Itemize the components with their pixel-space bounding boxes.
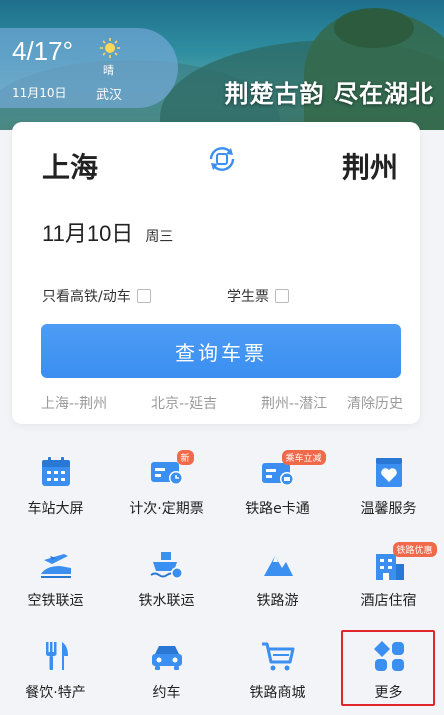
weather-widget[interactable]: 4/17° 晴 11月10日 武汉 [0, 28, 178, 108]
student-ticket-checkbox[interactable] [275, 289, 289, 303]
grid-item-label: 温馨服务 [360, 501, 417, 517]
ticket-search-card: 上海 荆州 11月10日 周三 只看高铁/动车 学生票 查询车票 上海--荆州 北… [12, 122, 420, 424]
history-item[interactable]: 北京--延吉 [151, 393, 261, 413]
grid-item-dining[interactable]: 餐饮·特产 [0, 626, 111, 706]
grid-item-label: 约车 [152, 685, 181, 701]
weather-condition: 晴 [103, 64, 114, 77]
highlight-box [341, 630, 435, 706]
travel-weekday: 周三 [145, 229, 174, 245]
heart-service-icon [375, 458, 402, 487]
date-selector[interactable]: 11月10日 周三 [42, 216, 173, 248]
grid-item-label: 铁路游 [256, 593, 299, 609]
grid-item-label: 餐饮·特产 [25, 685, 86, 701]
history-item[interactable]: 上海--荆州 [41, 393, 151, 413]
grid-item-hotel[interactable]: 铁路优惠 酒店住宿 [333, 534, 444, 614]
grid-item-station-screen[interactable]: 车站大屏 [0, 442, 111, 522]
railway-discount-badge: 铁路优惠 [392, 542, 437, 557]
grid-item-label: 酒店住宿 [360, 593, 417, 609]
arrival-station[interactable]: 荆州 [342, 146, 398, 186]
weather-city: 武汉 [96, 88, 123, 103]
search-history: 上海--荆州 北京--延吉 荆州--潜江 清除历史 [41, 393, 409, 413]
grid-item-label: 空铁联运 [27, 593, 84, 609]
high-speed-only-option[interactable]: 只看高铁/动车 [42, 286, 151, 306]
history-item[interactable]: 荆州--潜江 [261, 393, 341, 413]
grid-item-air-rail[interactable]: 空铁联运 [0, 534, 111, 614]
grid-item-e-card[interactable]: 乘车立减 铁路e卡通 [222, 442, 333, 522]
travel-date: 11月10日 [42, 221, 134, 246]
departure-station[interactable]: 上海 [42, 146, 98, 186]
grid-item-label: 铁路e卡通 [245, 501, 310, 517]
swap-stations-icon[interactable] [205, 142, 239, 176]
student-ticket-label: 学生票 [227, 289, 269, 305]
dining-icon [45, 642, 68, 670]
weather-temp: 4/17° [12, 36, 74, 66]
weather-date: 11月10日 [12, 86, 67, 100]
high-speed-only-label: 只看高铁/动车 [42, 289, 131, 305]
student-ticket-option[interactable]: 学生票 [227, 286, 289, 306]
banner-slogan: 荆楚古韵 尽在湖北 [224, 79, 434, 108]
discount-badge: 乘车立减 [281, 450, 326, 465]
grid-item-car-hailing[interactable]: 约车 [111, 626, 222, 706]
mountain-tour-icon [263, 556, 293, 576]
grid-item-label: 车站大屏 [27, 501, 84, 517]
grid-item-rail-water[interactable]: 铁水联运 [111, 534, 222, 614]
plane-rail-icon [40, 554, 71, 578]
new-badge: 新 [176, 450, 194, 465]
shopping-cart-icon [261, 642, 294, 671]
grid-item-label: 铁水联运 [138, 593, 195, 609]
grid-item-care-service[interactable]: 温馨服务 [333, 442, 444, 522]
query-tickets-button[interactable]: 查询车票 [41, 324, 401, 378]
ship-rail-icon [149, 552, 183, 579]
grid-item-periodic-ticket[interactable]: 新 计次·定期票 [111, 442, 222, 522]
grid-item-rail-tour[interactable]: 铁路游 [222, 534, 333, 614]
high-speed-only-checkbox[interactable] [136, 289, 151, 303]
station-screen-icon [41, 457, 70, 486]
grid-item-label: 计次·定期票 [129, 501, 204, 517]
grid-item-label: 铁路商城 [249, 685, 306, 701]
sun-icon [100, 38, 120, 58]
car-icon [151, 646, 182, 670]
clear-history-button[interactable]: 清除历史 [347, 393, 403, 413]
grid-item-rail-mall[interactable]: 铁路商城 [222, 626, 333, 706]
